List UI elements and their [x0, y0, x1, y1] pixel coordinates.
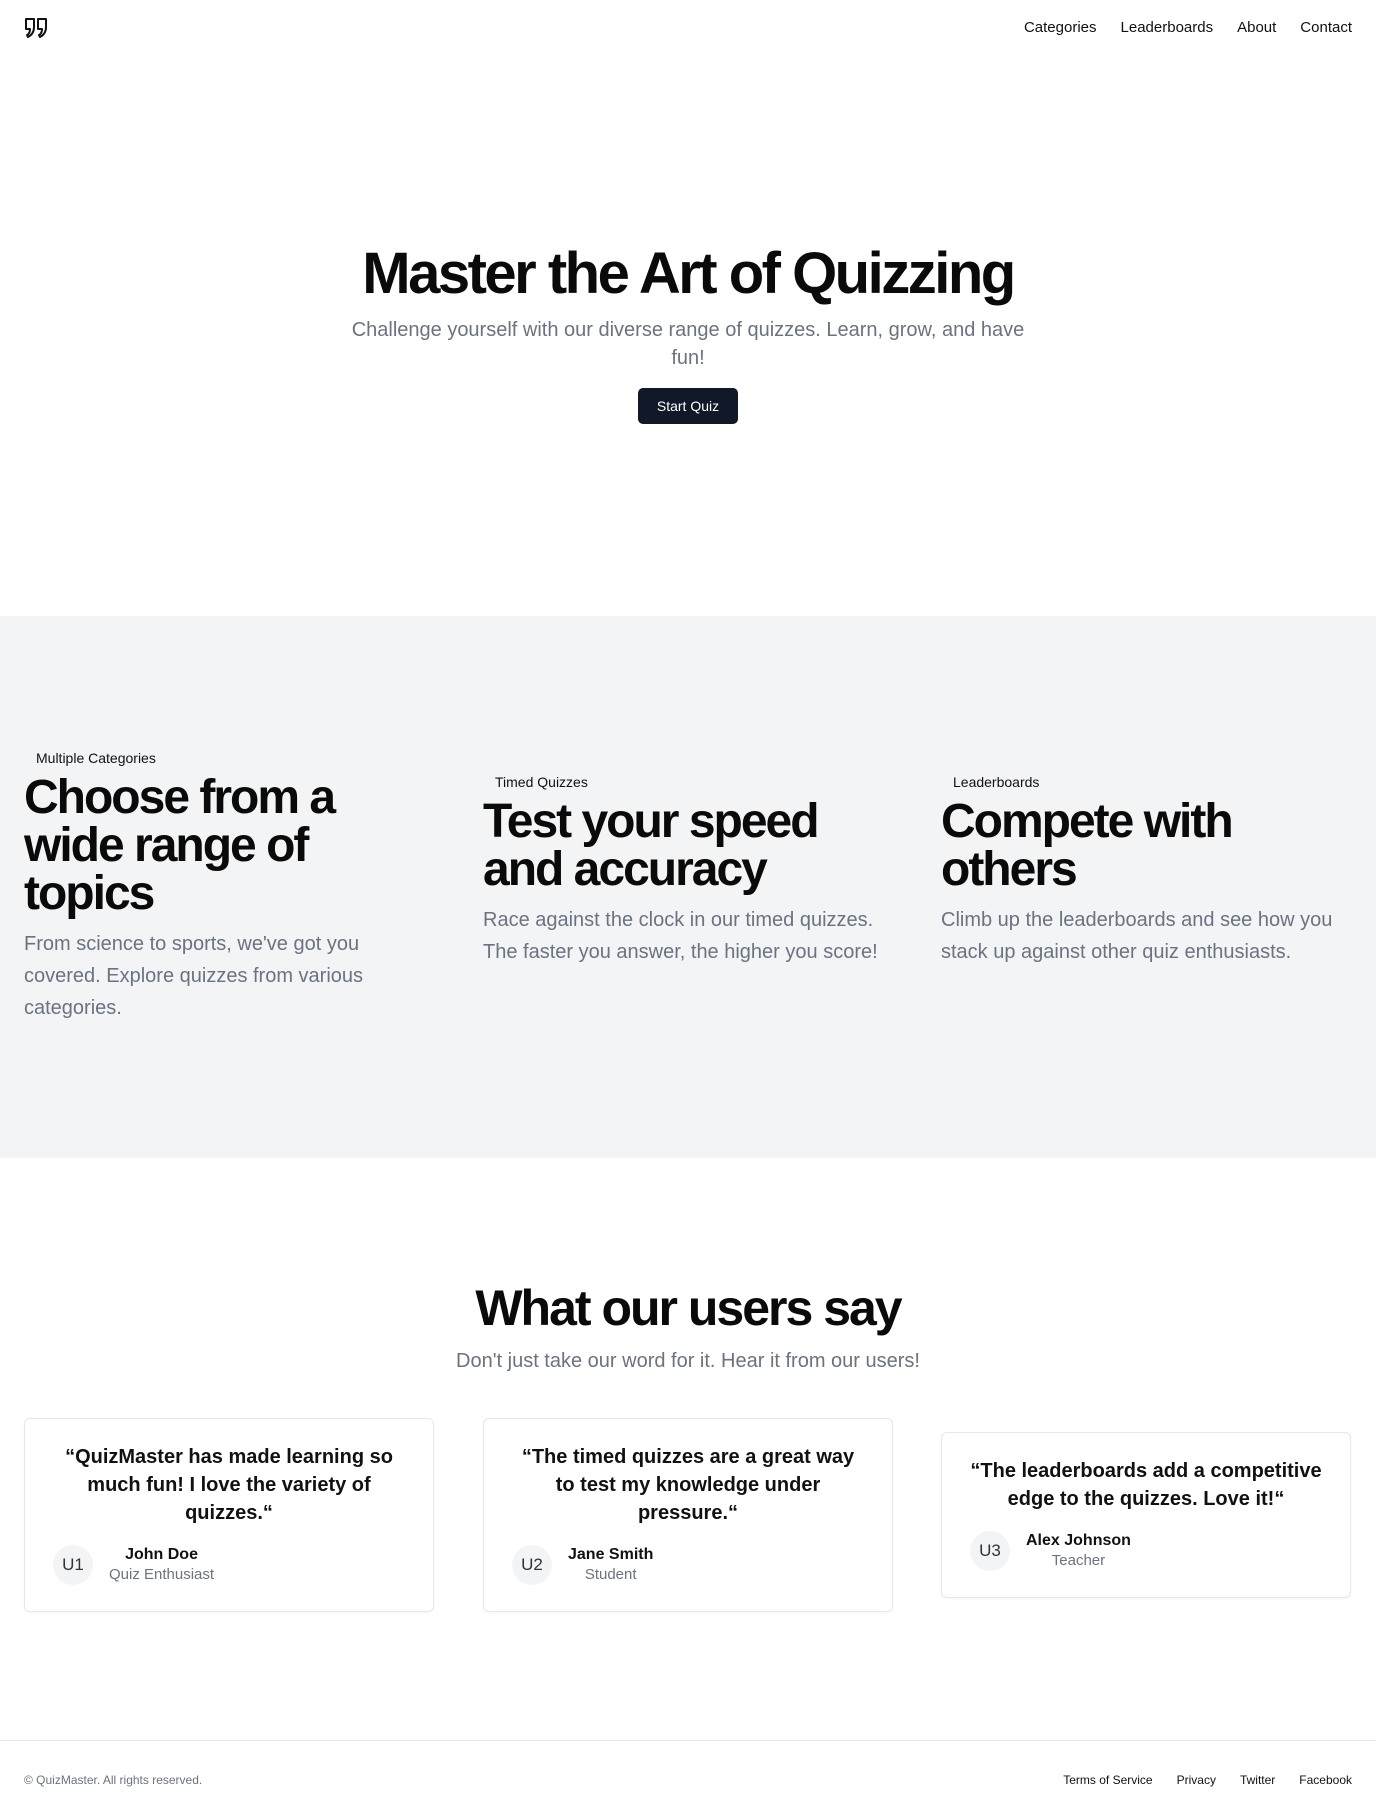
footer-link-facebook[interactable]: Facebook: [1299, 1773, 1352, 1787]
nav-categories[interactable]: Categories: [1024, 18, 1097, 38]
start-quiz-button[interactable]: Start Quiz: [638, 388, 738, 424]
main-nav: Categories Leaderboards About Contact: [1024, 18, 1352, 38]
avatar: U1: [53, 1545, 93, 1585]
author-role: Student: [584, 1566, 637, 1583]
hero-subtitle: Challenge yourself with our diverse rang…: [351, 319, 1025, 369]
copyright-text: © QuizMaster. All rights reserved.: [24, 1773, 203, 1787]
testimonial-quote: “The leaderboards add a competitive edge…: [970, 1460, 1322, 1510]
author-role: Teacher: [1051, 1552, 1106, 1569]
feature-tag: Leaderboards: [953, 774, 1040, 790]
testimonial-card: “The leaderboards add a competitive edge…: [941, 1432, 1351, 1598]
author-role: Quiz Enthusiast: [109, 1566, 215, 1583]
testimonial-quote: “QuizMaster has made learning so much fu…: [65, 1446, 393, 1524]
feature-card-timed: Timed Quizzes Test your speed and accura…: [483, 770, 883, 968]
testimonial-author: U3 Alex Johnson Teacher: [970, 1531, 1322, 1571]
feature-description: Climb up the leaderboards and see how yo…: [941, 909, 1333, 963]
avatar: U3: [970, 1531, 1010, 1571]
hero-title: Master the Art of Quizzing: [362, 241, 1016, 306]
testimonial-quote: “The timed quizzes are a great way to te…: [521, 1446, 855, 1524]
quote-marks-icon[interactable]: [24, 16, 50, 40]
feature-title: Choose from a wide range of topics: [24, 771, 336, 920]
footer-link-privacy[interactable]: Privacy: [1177, 1773, 1216, 1787]
feature-description: From science to sports, we've got you co…: [24, 933, 364, 1019]
testimonial-card: “QuizMaster has made learning so much fu…: [24, 1418, 434, 1612]
author-name: John Doe: [125, 1546, 198, 1563]
feature-title: Compete with others: [941, 795, 1234, 896]
testimonial-author: U1 John Doe Quiz Enthusiast: [53, 1545, 405, 1585]
feature-description: Race against the clock in our timed quiz…: [483, 909, 878, 963]
footer-links: Terms of Service Privacy Twitter Faceboo…: [1063, 1773, 1352, 1787]
author-name: Alex Johnson: [1026, 1532, 1131, 1549]
avatar: U2: [512, 1545, 552, 1585]
nav-about[interactable]: About: [1237, 18, 1276, 38]
feature-card-leaderboards: Leaderboards Compete with others Climb u…: [941, 770, 1341, 968]
feature-tag: Timed Quizzes: [495, 774, 588, 790]
feature-card-categories: Multiple Categories Choose from a wide r…: [24, 746, 424, 1024]
site-header: Categories Leaderboards About Contact: [0, 0, 1376, 56]
testimonial-card: “The timed quizzes are a great way to te…: [483, 1418, 893, 1612]
hero-section: Master the Art of Quizzing Challenge you…: [0, 56, 1376, 616]
feature-tag: Multiple Categories: [36, 750, 156, 766]
testimonials-section: What our users say Don't just take our w…: [0, 1158, 1376, 1740]
testimonials-title: What our users say: [475, 1280, 902, 1336]
testimonials-subtitle: Don't just take our word for it. Hear it…: [456, 1350, 920, 1372]
nav-leaderboards[interactable]: Leaderboards: [1121, 18, 1214, 38]
nav-contact[interactable]: Contact: [1300, 18, 1352, 38]
footer-link-terms[interactable]: Terms of Service: [1063, 1773, 1152, 1787]
author-name: Jane Smith: [568, 1546, 654, 1563]
footer-link-twitter[interactable]: Twitter: [1240, 1773, 1275, 1787]
site-footer: © QuizMaster. All rights reserved. Terms…: [0, 1740, 1376, 1805]
features-section: Multiple Categories Choose from a wide r…: [0, 616, 1376, 1158]
testimonial-author: U2 Jane Smith Student: [512, 1545, 864, 1585]
feature-title: Test your speed and accuracy: [483, 795, 820, 896]
